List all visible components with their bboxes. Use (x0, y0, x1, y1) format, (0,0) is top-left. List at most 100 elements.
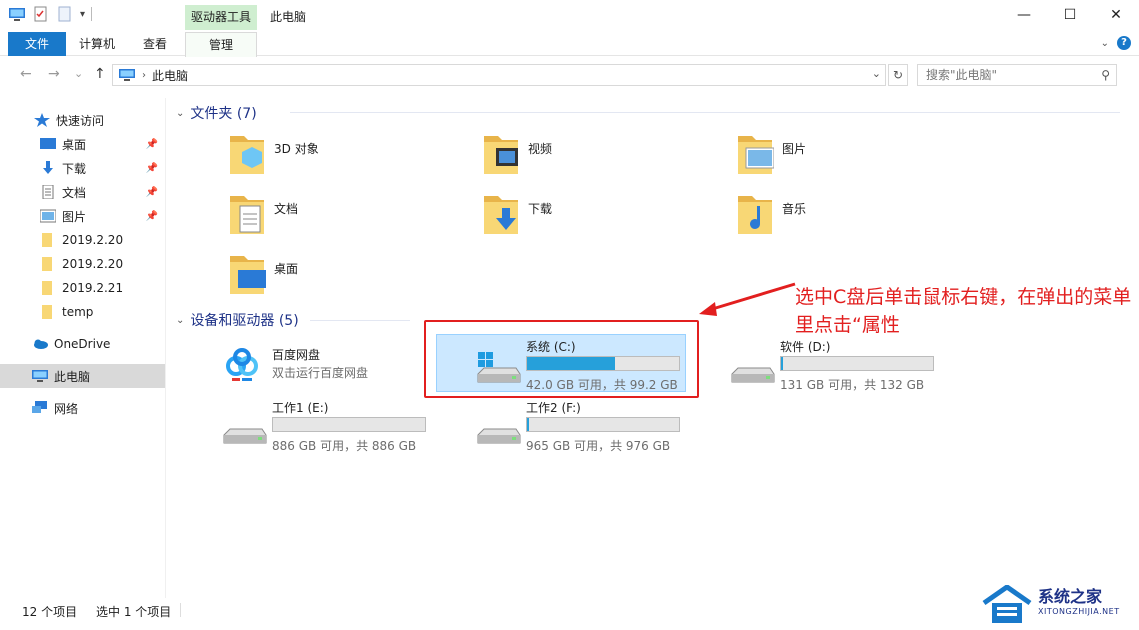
folder-label: 桌面 (274, 262, 299, 276)
sidebar-item-downloads[interactable]: 下载 📌 (0, 156, 166, 180)
sidebar-item-label: temp (62, 305, 94, 319)
videos-folder-icon (484, 136, 518, 174)
sidebar-item-label: 2019.2.20 (62, 257, 124, 271)
maximize-button[interactable]: ☐ (1047, 0, 1093, 30)
hard-drive-icon (477, 428, 521, 444)
sidebar-item-folder-20190220b[interactable]: 2019.2.20 (0, 252, 166, 276)
customize-chevron-icon[interactable]: ▾ (80, 9, 85, 20)
house-logo-icon (982, 585, 1032, 623)
sidebar-item-folder-20190220a[interactable]: 2019.2.20 (0, 228, 166, 252)
folder-documents[interactable]: 文档 (228, 192, 298, 238)
title-bar: ▾ 驱动器工具 此电脑 — ☐ ✕ (0, 0, 1139, 32)
pictures-folder-icon (738, 136, 774, 174)
sidebar-item-label: 快速访问 (56, 113, 105, 128)
sidebar-item-label: 桌面 (62, 137, 87, 152)
pin-icon[interactable]: 📌 (146, 187, 158, 198)
help-icon[interactable]: ? (1117, 36, 1131, 50)
sidebar-item-onedrive[interactable]: OneDrive (0, 332, 166, 356)
folder-icon (42, 257, 52, 271)
download-icon (43, 161, 53, 174)
sidebar-item-temp[interactable]: temp (0, 300, 166, 324)
sidebar-item-quick-access[interactable]: 快速访问 (0, 108, 166, 132)
folder-downloads[interactable]: 下载 (482, 192, 552, 238)
status-bar: 12 个项目 选中 1 个项目 (0, 598, 1139, 622)
address-dropdown-icon[interactable]: ⌄ (872, 67, 881, 80)
drive-e[interactable]: 工作1 (E:) 886 GB 可用，共 886 GB (222, 399, 432, 453)
collapse-chevron-icon[interactable]: ⌄ (176, 108, 184, 119)
sidebar-item-network[interactable]: 网络 (0, 396, 166, 420)
sidebar-item-documents[interactable]: 文档 📌 (0, 180, 166, 204)
breadcrumb[interactable]: 此电脑 (152, 67, 188, 84)
folder-label: 图片 (782, 142, 807, 156)
drive-size: 131 GB 可用，共 132 GB (780, 378, 925, 392)
hard-drive-icon (731, 367, 775, 383)
ribbon-tabs: 文件 计算机 查看 管理 ⌄ ? (0, 32, 1139, 57)
breadcrumb-separator-icon: › (142, 69, 146, 81)
folder-music[interactable]: 音乐 (736, 192, 806, 238)
tab-file[interactable]: 文件 (8, 32, 66, 56)
folder-desktop[interactable]: 桌面 (228, 252, 298, 298)
drive-name: 工作1 (E:) (272, 401, 329, 415)
drive-usage-bar (272, 417, 426, 432)
new-folder-icon[interactable] (56, 6, 74, 22)
tab-computer[interactable]: 计算机 (70, 32, 124, 56)
star-icon (34, 113, 50, 127)
sidebar-item-label: 2019.2.21 (62, 281, 124, 295)
pin-icon[interactable]: 📌 (146, 139, 158, 150)
computer-icon[interactable] (8, 6, 26, 22)
baidu-name: 百度网盘 (272, 348, 321, 362)
folders-group-header[interactable]: ⌄ 文件夹 (7) (176, 103, 257, 123)
properties-icon[interactable] (32, 6, 50, 22)
group-divider (290, 112, 1120, 113)
baidu-netdisk-item[interactable]: 百度网盘 双击运行百度网盘 (222, 344, 422, 388)
minimize-button[interactable]: — (1001, 0, 1047, 30)
close-button[interactable]: ✕ (1093, 0, 1139, 30)
pane-divider[interactable] (165, 98, 166, 598)
sidebar-item-pictures[interactable]: 图片 📌 (0, 204, 166, 228)
collapse-chevron-icon[interactable]: ⌄ (176, 315, 184, 326)
expand-ribbon-chevron-icon[interactable]: ⌄ (1101, 38, 1109, 49)
sidebar-item-label: 2019.2.20 (62, 233, 124, 247)
downloads-folder-icon (484, 196, 518, 234)
tab-view[interactable]: 查看 (130, 32, 180, 56)
watermark-title: 系统之家 (1038, 587, 1103, 606)
search-input[interactable]: 搜索"此电脑" ⚲ (917, 64, 1117, 86)
item-count: 12 个项目 (22, 605, 78, 619)
back-button[interactable]: ← (20, 66, 32, 82)
folder-label: 文档 (274, 202, 299, 216)
3d-objects-folder-icon (230, 136, 264, 174)
sidebar-item-folder-20190221[interactable]: 2019.2.21 (0, 276, 166, 300)
baidu-netdisk-icon (226, 348, 258, 381)
hard-drive-icon (223, 428, 267, 444)
folder-pictures[interactable]: 图片 (736, 132, 806, 178)
sidebar-item-desktop[interactable]: 桌面 📌 (0, 132, 166, 156)
drive-d[interactable]: 软件 (D:) 131 GB 可用，共 132 GB (730, 338, 940, 392)
tab-manage[interactable]: 管理 (185, 32, 257, 57)
devices-group-header[interactable]: ⌄ 设备和驱动器 (5) (176, 310, 299, 330)
status-divider (180, 603, 181, 617)
drive-size: 965 GB 可用，共 976 GB (526, 439, 671, 453)
folder-label: 下载 (528, 202, 553, 216)
divider (91, 7, 93, 21)
pin-icon[interactable]: 📌 (146, 211, 158, 222)
documents-folder-icon (230, 196, 264, 234)
sidebar-item-this-pc[interactable]: 此电脑 (0, 364, 166, 388)
folder-3d-objects[interactable]: 3D 对象 (228, 132, 319, 178)
folder-label: 视频 (528, 142, 553, 156)
up-button[interactable]: ↑ (94, 66, 106, 82)
refresh-button[interactable]: ↻ (888, 64, 908, 86)
desktop-folder-icon (230, 256, 266, 294)
forward-button[interactable]: → (48, 66, 60, 82)
drive-f[interactable]: 工作2 (F:) 965 GB 可用，共 976 GB (476, 399, 686, 453)
search-icon[interactable]: ⚲ (1101, 65, 1110, 85)
drive-usage-bar (780, 356, 934, 371)
recent-locations-button[interactable]: ⌄ (74, 67, 83, 80)
annotation-highlight-box (424, 320, 699, 398)
address-bar[interactable]: › 此电脑 ⌄ (112, 64, 886, 86)
navigation-bar: ← → ⌄ ↑ › 此电脑 ⌄ ↻ 搜索"此电脑" ⚲ (0, 60, 1139, 90)
pin-icon[interactable]: 📌 (146, 163, 158, 174)
folder-videos[interactable]: 视频 (482, 132, 552, 178)
computer-icon (119, 69, 135, 81)
sidebar-item-label: OneDrive (54, 337, 111, 351)
drive-size: 886 GB 可用，共 886 GB (272, 439, 417, 453)
